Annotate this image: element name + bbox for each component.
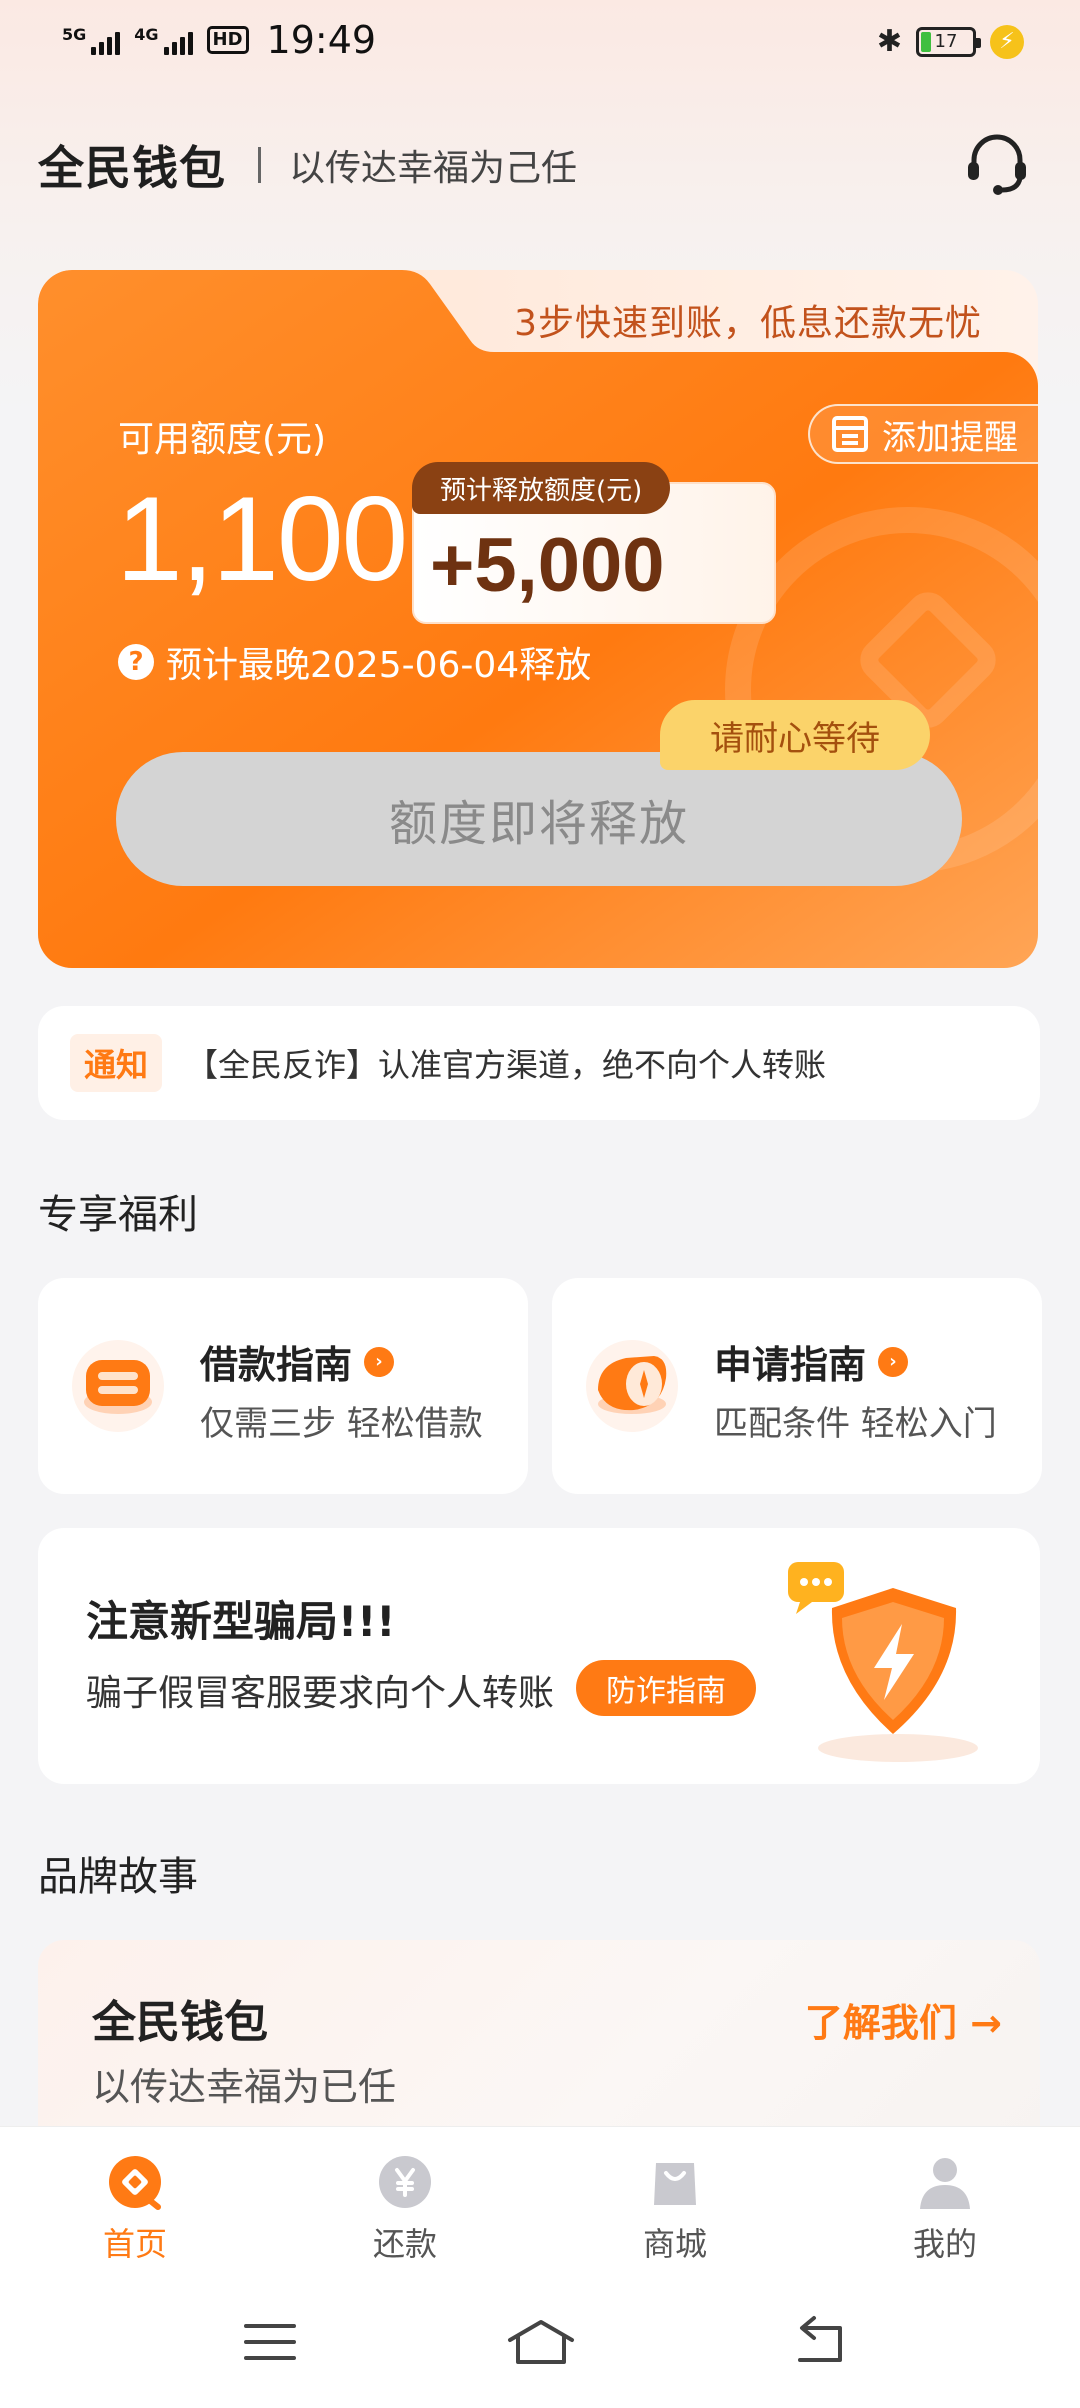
apply-guide-title: 申请指南 › [714,1334,909,1389]
release-amount: +5,000 [430,523,665,608]
bluetooth-icon: ✱ [876,24,902,59]
fraud-warning-card: 注意新型骗局!!! 骗子假冒客服要求向个人转账 防诈指南 [38,1528,1040,1784]
arrow-right-icon: › [878,1346,909,1377]
brand-story-card[interactable]: 全民钱包 以传达幸福为已任 了解我们 → [38,1940,1040,2140]
available-amount: 1,100 [116,472,408,606]
signal-5g-icon: 5G [62,25,121,55]
arrow-right-icon: › [364,1346,395,1377]
home-system-icon[interactable] [506,2314,576,2370]
loan-guide-subtitle: 仅需三步 轻松借款 [200,1404,483,1444]
release-tag: 预计释放额度(元) [412,462,671,514]
notice-tag: 通知 [70,1034,162,1092]
battery-level: 17 [934,31,958,52]
fraud-guide-button[interactable]: 防诈指南 [576,1660,756,1716]
loan-guide-icon [72,1340,164,1432]
nav-label-repay: 还款 [372,2225,437,2263]
brand-title: 全民钱包 [38,141,226,195]
signal-label-1: 5G [62,25,87,44]
apply-guide-title-text: 申请指南 [714,1343,867,1387]
notice-text: 【全民反诈】认准官方渠道，绝不向个人转账 [186,1046,827,1084]
brand-slogan: 以传达幸福为己任 [289,148,578,189]
latest-release-info[interactable]: ? 预计最晚2025-06-04释放 [118,636,591,688]
nav-item-profile[interactable]: 我的 [810,2127,1080,2276]
fraud-subtitle: 骗子假冒客服要求向个人转账 [86,1673,555,1714]
status-left: 5G 4G HD 19:49 [62,18,376,62]
status-right: ✱ 17 ⚡ [877,24,1024,59]
story-subtitle: 以传达幸福为已任 [92,2065,397,2109]
notice-bar[interactable]: 通知 【全民反诈】认准官方渠道，绝不向个人转账 [38,1006,1040,1120]
clock: 19:49 [266,18,377,62]
release-status-button[interactable]: 额度即将释放 [116,752,962,886]
home-icon [109,2156,161,2210]
profile-icon [920,2158,970,2209]
bottom-navigation: 首页 还款 商城 我的 [0,2126,1080,2276]
nav-label-shop: 商城 [642,2225,707,2263]
shop-icon [654,2163,696,2205]
wait-tip-bubble: 请耐心等待 [660,700,930,770]
nav-item-repay[interactable]: 还款 [270,2127,540,2276]
apply-guide-subtitle: 匹配条件 轻松入门 [714,1404,997,1444]
available-label: 可用额度(元) [118,419,327,460]
app-header: 全民钱包 以传达幸福为己任 [38,130,577,200]
menu-icon[interactable] [240,2314,300,2370]
repay-icon [379,2156,431,2208]
story-title: 全民钱包 [92,1997,268,2048]
apply-guide-icon [586,1340,678,1432]
loan-guide-title: 借款指南 › [200,1334,395,1389]
calendar-icon [832,416,868,452]
headset-icon[interactable] [962,128,1032,198]
nav-item-shop[interactable]: 商城 [540,2127,810,2276]
story-section-title: 品牌故事 [38,1854,198,1900]
header-divider [258,147,261,183]
fraud-title: 注意新型骗局!!! [86,1597,396,1646]
battery-icon: 17 [916,26,981,57]
nav-item-home[interactable]: 首页 [0,2127,270,2276]
benefits-title: 专享福利 [38,1192,198,1238]
nav-label-profile: 我的 [912,2225,977,2263]
signal-4g-icon: 4G [134,25,193,55]
status-bar: 5G 4G HD 19:49 ✱ 17 ⚡ [0,0,1080,80]
charging-icon: ⚡ [990,24,1024,59]
question-icon[interactable]: ? [118,644,154,680]
latest-release-text: 预计最晚2025-06-04释放 [166,645,592,686]
shield-icon [788,1562,978,1762]
apply-guide-card[interactable]: 申请指南 › 匹配条件 轻松入门 [552,1278,1042,1494]
nav-label-home: 首页 [102,2225,167,2263]
loan-guide-card[interactable]: 借款指南 › 仅需三步 轻松借款 [38,1278,528,1494]
loan-guide-title-text: 借款指南 [200,1343,353,1387]
credit-card-panel: 3步快速到账，低息还款无忧 可用额度(元) 1,100 添加提醒 预计释放额度(… [38,270,1038,968]
system-navigation-bar [0,2276,1080,2408]
about-us-link[interactable]: 了解我们 → [805,1992,1002,2047]
add-reminder-label: 添加提醒 [882,417,1018,458]
add-reminder-button[interactable]: 添加提醒 [808,404,1038,464]
hd-badge: HD [206,26,249,54]
signal-label-2: 4G [134,25,159,44]
card-tagline: 3步快速到账，低息还款无忧 [514,303,982,344]
back-icon[interactable] [790,2314,850,2370]
